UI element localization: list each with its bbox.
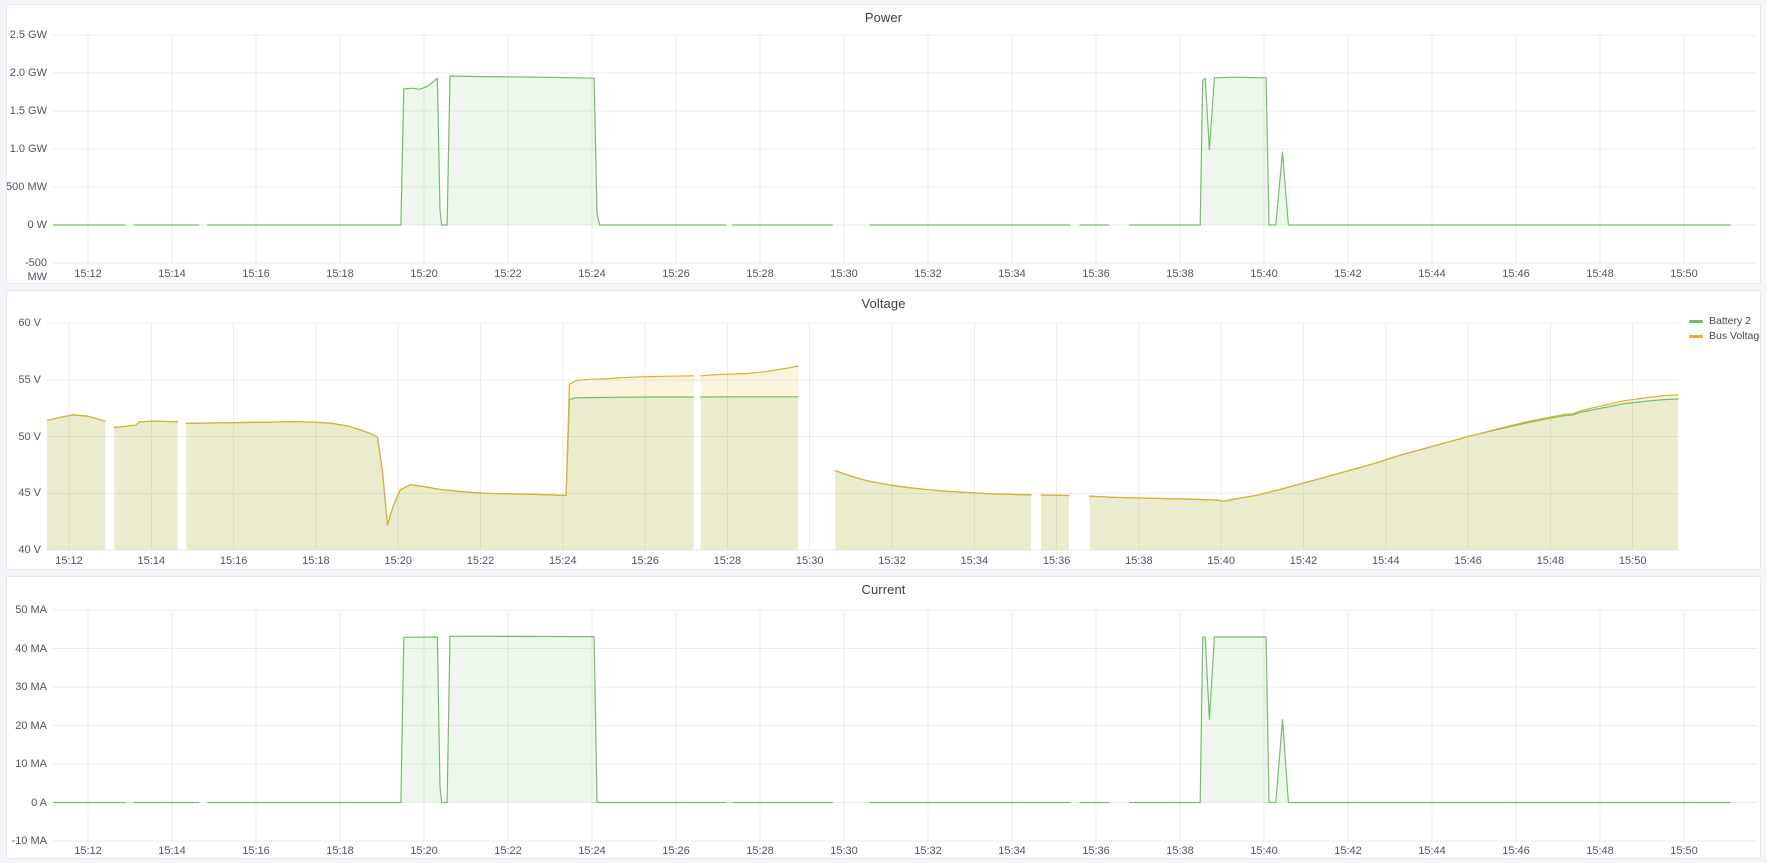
x-tick-label: 15:44 xyxy=(1410,844,1454,858)
power-plot-area[interactable] xyxy=(53,35,1757,263)
x-tick-label: 15:16 xyxy=(212,554,256,568)
x-tick-label: 15:48 xyxy=(1578,267,1622,281)
x-tick-label: 15:40 xyxy=(1242,267,1286,281)
y-tick-label: -500 MW xyxy=(6,256,47,284)
y-tick-label: 30 MA xyxy=(6,680,47,694)
x-tick-label: 15:32 xyxy=(906,267,950,281)
y-tick-label: 2.0 GW xyxy=(6,66,47,80)
x-tick-label: 15:24 xyxy=(541,554,585,568)
x-tick-label: 15:28 xyxy=(705,554,749,568)
x-tick-label: 15:16 xyxy=(234,267,278,281)
x-tick-label: 15:22 xyxy=(486,267,530,281)
legend-item-bus-voltage[interactable]: Bus Voltage xyxy=(1689,329,1761,344)
x-tick-label: 15:46 xyxy=(1446,554,1490,568)
y-tick-label: 40 MA xyxy=(6,642,47,656)
x-tick-label: 15:22 xyxy=(486,844,530,858)
x-tick-label: 15:40 xyxy=(1199,554,1243,568)
x-tick-label: 15:50 xyxy=(1611,554,1655,568)
x-tick-label: 15:38 xyxy=(1158,267,1202,281)
x-tick-label: 15:20 xyxy=(402,267,446,281)
x-tick-label: 15:50 xyxy=(1662,844,1706,858)
x-tick-label: 15:18 xyxy=(294,554,338,568)
x-tick-label: 15:14 xyxy=(150,844,194,858)
x-tick-label: 15:32 xyxy=(870,554,914,568)
current-plot-area[interactable] xyxy=(53,610,1757,841)
x-tick-label: 15:12 xyxy=(47,554,91,568)
x-tick-label: 15:12 xyxy=(66,844,110,858)
x-tick-label: 15:22 xyxy=(459,554,503,568)
x-tick-label: 15:42 xyxy=(1326,267,1370,281)
legend-swatch-icon xyxy=(1689,335,1703,338)
x-tick-label: 15:36 xyxy=(1074,267,1118,281)
x-tick-label: 15:12 xyxy=(66,267,110,281)
panel-power: Power 2.5 GW2.0 GW1.5 GW1.0 GW500 MW0 W-… xyxy=(6,4,1761,284)
x-tick-label: 15:16 xyxy=(234,844,278,858)
y-tick-label: 500 MW xyxy=(6,180,47,194)
voltage-plot-area[interactable] xyxy=(47,323,1679,550)
x-tick-label: 15:26 xyxy=(654,267,698,281)
y-tick-label: 45 V xyxy=(6,486,41,500)
legend-item-battery-2[interactable]: Battery 2 xyxy=(1689,314,1761,329)
y-tick-label: 0 W xyxy=(6,218,47,232)
x-tick-label: 15:26 xyxy=(654,844,698,858)
x-tick-label: 15:28 xyxy=(738,844,782,858)
y-tick-label: 40 V xyxy=(6,543,41,557)
x-tick-label: 15:18 xyxy=(318,844,362,858)
x-tick-label: 15:30 xyxy=(788,554,832,568)
y-tick-label: 50 MA xyxy=(6,603,47,617)
x-tick-label: 15:40 xyxy=(1242,844,1286,858)
x-tick-label: 15:30 xyxy=(822,267,866,281)
y-tick-label: -10 MA xyxy=(6,834,47,848)
x-tick-label: 15:14 xyxy=(129,554,173,568)
x-tick-label: 15:24 xyxy=(570,267,614,281)
x-tick-label: 15:28 xyxy=(738,267,782,281)
x-tick-label: 15:48 xyxy=(1528,554,1572,568)
x-tick-label: 15:44 xyxy=(1364,554,1408,568)
legend-swatch-icon xyxy=(1689,320,1703,323)
x-tick-label: 15:38 xyxy=(1158,844,1202,858)
x-tick-label: 15:32 xyxy=(906,844,950,858)
x-tick-label: 15:46 xyxy=(1494,844,1538,858)
y-tick-label: 20 MA xyxy=(6,719,47,733)
legend-label: Bus Voltage xyxy=(1709,329,1761,344)
x-tick-label: 15:48 xyxy=(1578,844,1622,858)
x-tick-label: 15:38 xyxy=(1117,554,1161,568)
x-tick-label: 15:36 xyxy=(1074,844,1118,858)
x-tick-label: 15:20 xyxy=(376,554,420,568)
y-tick-label: 1.5 GW xyxy=(6,104,47,118)
panel-voltage: Voltage 60 V55 V50 V45 V40 V15:1215:1415… xyxy=(6,290,1761,570)
x-tick-label: 15:46 xyxy=(1494,267,1538,281)
x-tick-label: 15:44 xyxy=(1410,267,1454,281)
x-tick-label: 15:30 xyxy=(822,844,866,858)
x-tick-label: 15:34 xyxy=(990,267,1034,281)
y-tick-label: 10 MA xyxy=(6,757,47,771)
x-tick-label: 15:42 xyxy=(1282,554,1326,568)
x-tick-label: 15:26 xyxy=(623,554,667,568)
x-tick-label: 15:24 xyxy=(570,844,614,858)
y-tick-label: 2.5 GW xyxy=(6,28,47,42)
legend-label: Battery 2 xyxy=(1709,314,1751,329)
legend: Battery 2Bus Voltage xyxy=(1689,314,1761,344)
y-tick-label: 50 V xyxy=(6,430,41,444)
x-tick-label: 15:34 xyxy=(952,554,996,568)
x-tick-label: 15:50 xyxy=(1662,267,1706,281)
y-tick-label: 1.0 GW xyxy=(6,142,47,156)
dashboard-page: Power 2.5 GW2.0 GW1.5 GW1.0 GW500 MW0 W-… xyxy=(0,0,1767,863)
y-tick-label: 55 V xyxy=(6,373,41,387)
y-tick-label: 60 V xyxy=(6,316,41,330)
x-tick-label: 15:18 xyxy=(318,267,362,281)
x-tick-label: 15:36 xyxy=(1035,554,1079,568)
panel-current: Current 50 MA40 MA30 MA20 MA10 MA0 A-10 … xyxy=(6,576,1761,859)
x-tick-label: 15:42 xyxy=(1326,844,1370,858)
x-tick-label: 15:14 xyxy=(150,267,194,281)
x-tick-label: 15:34 xyxy=(990,844,1034,858)
y-tick-label: 0 A xyxy=(6,796,47,810)
x-tick-label: 15:20 xyxy=(402,844,446,858)
